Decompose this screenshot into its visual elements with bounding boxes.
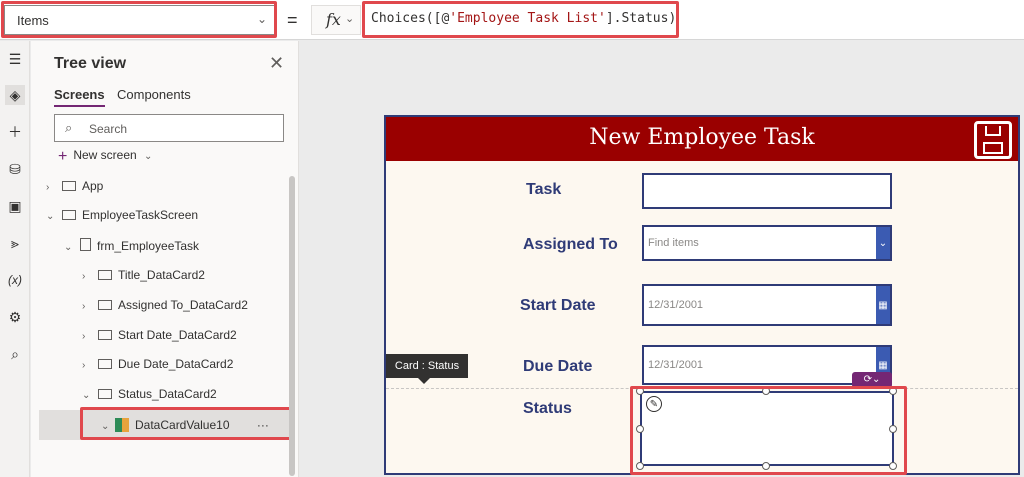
- card-icon: [98, 330, 112, 340]
- highlight-box-formula: [362, 1, 679, 38]
- chevron-right-icon: ›: [82, 360, 86, 371]
- save-icon[interactable]: [974, 121, 1012, 159]
- node-label: Title_DataCard2: [118, 268, 205, 282]
- card-icon: [98, 389, 112, 399]
- database-icon[interactable]: ⛁: [5, 159, 25, 179]
- tree-node-screen[interactable]: ⌄ EmployeeTaskScreen: [46, 208, 198, 230]
- card-icon: [98, 300, 112, 310]
- chevron-down-icon: ⌄: [46, 211, 55, 222]
- scrollbar[interactable]: [289, 176, 295, 476]
- search-placeholder: Search: [89, 122, 128, 136]
- tools-icon[interactable]: ⚙: [5, 307, 25, 327]
- tree-view-panel: Tree view ✕ Screens Components ⌕ Search …: [31, 41, 299, 477]
- search-icon: ⌕: [65, 120, 73, 135]
- plus-icon[interactable]: ＋: [5, 122, 25, 142]
- node-label: frm_EmployeeTask: [97, 239, 200, 253]
- screen-title: New Employee Task: [589, 125, 815, 150]
- highlight-box-node: [80, 407, 292, 440]
- app-icon: [62, 181, 76, 191]
- fx-button[interactable]: fx ⌄: [311, 5, 361, 35]
- card-icon: [98, 270, 112, 280]
- chevron-right-icon: ›: [82, 271, 86, 282]
- input-task[interactable]: [642, 173, 892, 209]
- power-apps-studio: Items ⌄ = fx ⌄ Choices([@'Employee Task …: [0, 0, 1024, 477]
- close-icon[interactable]: ✕: [269, 53, 284, 74]
- node-label: App: [82, 179, 104, 193]
- chevron-down-icon[interactable]: ⌄: [876, 227, 890, 259]
- tree-node-form[interactable]: ⌄ frm_EmployeeTask: [64, 238, 199, 260]
- chevron-right-icon: ›: [46, 182, 50, 193]
- label-task: Task: [526, 181, 562, 198]
- screen-icon: [62, 210, 76, 220]
- chevron-down-icon: ⌄: [345, 13, 355, 25]
- chevron-right-icon: ›: [82, 331, 86, 342]
- tree-node-card[interactable]: › Due Date_DataCard2: [82, 357, 233, 379]
- chevron-down-icon: ⌄: [64, 242, 73, 253]
- node-label: Status_DataCard2: [118, 387, 217, 401]
- screen-header: New Employee Task: [386, 117, 1018, 161]
- tree-node-card[interactable]: › Start Date_DataCard2: [82, 328, 237, 350]
- chevron-right-icon: ›: [82, 301, 86, 312]
- variables-icon[interactable]: (x): [5, 270, 25, 290]
- tree-node-card[interactable]: ⌄ Status_DataCard2: [82, 387, 217, 409]
- tree-node-app[interactable]: › App: [46, 179, 103, 201]
- node-label: Assigned To_DataCard2: [118, 298, 248, 312]
- card-tooltip: Card : Status: [386, 354, 468, 384]
- label-assigned-to: Assigned To: [523, 236, 618, 253]
- assigned-placeholder: Find items: [648, 237, 699, 249]
- datepicker-start-date[interactable]: 12/31/2001 ▦: [642, 284, 892, 326]
- node-label: Start Date_DataCard2: [118, 328, 237, 342]
- search-input[interactable]: ⌕ Search: [54, 114, 284, 142]
- combobox-assigned-to[interactable]: Find items ⌄: [642, 225, 892, 261]
- label-status: Status: [523, 400, 572, 417]
- new-screen-label: New screen: [73, 148, 137, 162]
- plus-icon: +: [58, 148, 68, 165]
- tab-components[interactable]: Components: [117, 87, 191, 102]
- tree-node-card[interactable]: › Title_DataCard2: [82, 268, 205, 290]
- power-automate-icon[interactable]: ⪢: [5, 233, 25, 253]
- due-date-value: 12/31/2001: [648, 359, 704, 371]
- formula-bar: Items ⌄ = fx ⌄ Choices([@'Employee Task …: [0, 0, 1024, 40]
- fx-icon: fx: [326, 10, 341, 29]
- highlight-box-status: [630, 386, 907, 475]
- chevron-down-icon: ⌄: [82, 390, 91, 401]
- search-icon[interactable]: ⌕: [5, 344, 25, 364]
- media-icon[interactable]: ▣: [5, 196, 25, 216]
- node-label: EmployeeTaskScreen: [82, 208, 199, 222]
- hamburger-menu-icon[interactable]: ☰: [5, 49, 25, 69]
- new-screen-button[interactable]: + New screen ⌄: [58, 148, 152, 166]
- tree-view-title: Tree view: [54, 55, 127, 72]
- node-label: Due Date_DataCard2: [118, 357, 234, 371]
- start-date-value: 12/31/2001: [648, 299, 704, 311]
- tab-screens[interactable]: Screens: [54, 87, 105, 107]
- highlight-box-property: [1, 1, 277, 38]
- equals-sign: =: [287, 10, 298, 30]
- label-start-date: Start Date: [520, 297, 596, 314]
- form-icon: [80, 238, 91, 251]
- chevron-down-icon: ⌄: [144, 151, 153, 162]
- calendar-icon[interactable]: ▦: [876, 286, 890, 324]
- left-rail: ☰ ◈ ＋ ⛁ ▣ ⪢ (x) ⚙ ⌕: [0, 41, 30, 477]
- layers-icon[interactable]: ◈: [5, 85, 25, 105]
- label-due-date: Due Date: [523, 358, 593, 375]
- tree-node-card[interactable]: › Assigned To_DataCard2: [82, 298, 248, 320]
- card-icon: [98, 359, 112, 369]
